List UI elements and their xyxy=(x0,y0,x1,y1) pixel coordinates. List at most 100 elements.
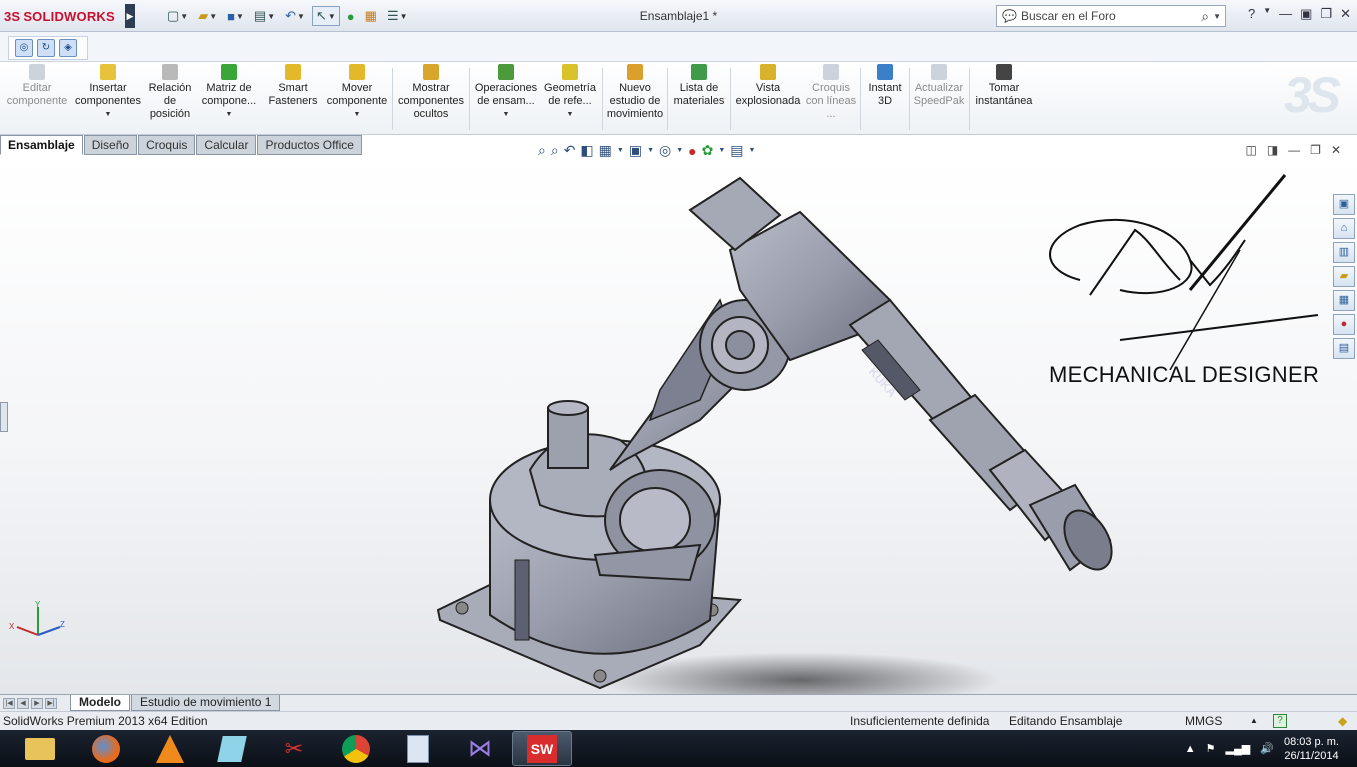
instant-3d-button[interactable]: Instant 3D xyxy=(863,64,907,134)
viewport-close-icon[interactable]: ✕ xyxy=(1331,143,1341,157)
view-orientation-dropdown-icon[interactable]: ▼ xyxy=(617,147,624,154)
solidworks-taskbar-button[interactable]: SW xyxy=(512,731,572,766)
vlc-taskbar-button[interactable] xyxy=(140,731,200,766)
component-pattern-dropdown-icon[interactable]: ▼ xyxy=(197,108,261,121)
tag-icon[interactable]: ◆ xyxy=(1338,712,1347,730)
appearances-icon[interactable]: ● xyxy=(1333,314,1355,335)
exploded-view-button[interactable]: Vista explosionada xyxy=(733,64,803,134)
viewport-restore-icon[interactable]: ❐ xyxy=(1310,143,1321,157)
show-hidden-icons-icon[interactable]: ▲ xyxy=(1185,743,1196,755)
view-palette-icon[interactable]: ▦ xyxy=(1333,290,1355,311)
tab-calcular[interactable]: Calcular xyxy=(196,135,257,155)
next-tab-icon[interactable]: ▶ xyxy=(31,697,43,709)
visual-studio-taskbar-button[interactable]: ⋈ xyxy=(450,731,510,766)
undo-button[interactable]: ↶ ▼ xyxy=(282,6,308,26)
restore-window-icon[interactable]: ❐ xyxy=(1320,6,1332,22)
edit-component-button[interactable]: Editar componente xyxy=(2,64,72,134)
rebuild-button[interactable]: ● xyxy=(344,6,358,26)
mate-button[interactable]: Relación de posición xyxy=(144,64,196,134)
print-button[interactable]: ▤ ▼ xyxy=(251,6,278,26)
update-speedpak-button[interactable]: Actualizar SpeedPak xyxy=(911,64,967,134)
bill-of-materials-button[interactable]: Lista de materiales xyxy=(670,64,728,134)
explode-line-sketch-button[interactable]: Croquis con líneas ... xyxy=(805,64,857,134)
display-style-dropdown-icon[interactable]: ▼ xyxy=(647,147,654,154)
new-document-button[interactable]: ▢ ▼ xyxy=(164,6,191,26)
chrome-taskbar-button[interactable] xyxy=(326,731,386,766)
first-tab-icon[interactable]: |◀ xyxy=(3,697,15,709)
rotate-view-icon[interactable]: ↻ xyxy=(37,39,55,57)
assembly-features-dropdown-icon[interactable]: ▼ xyxy=(472,108,540,121)
search-dropdown-icon[interactable]: ▼ xyxy=(1213,12,1221,21)
view-orientation-icon[interactable]: ◈ xyxy=(59,39,77,57)
display-style-icon[interactable]: ▣ xyxy=(629,142,642,159)
unit-system[interactable]: MMGS xyxy=(1185,712,1222,730)
units-dropdown-icon[interactable]: ▲ xyxy=(1250,712,1258,730)
hide-show-items-icon[interactable]: ◎ xyxy=(659,142,671,159)
insert-components-dropdown-icon[interactable]: ▼ xyxy=(72,108,144,121)
viewport-minimize-icon[interactable]: — xyxy=(1288,143,1300,157)
apply-scene-dropdown-icon[interactable]: ▼ xyxy=(718,147,725,154)
file-properties-button[interactable]: ▦ xyxy=(362,6,380,26)
volume-icon[interactable]: 🔊 xyxy=(1260,742,1274,755)
search-icon[interactable]: ⌕ xyxy=(1201,8,1209,25)
home-icon[interactable]: ⌂ xyxy=(1333,218,1355,239)
tab-motion-study[interactable]: Estudio de movimiento 1 xyxy=(131,695,281,711)
snipping-tool-taskbar-button[interactable]: ✂ xyxy=(264,731,324,766)
move-component-button[interactable]: Mover componente ▼ xyxy=(325,64,389,134)
options-button[interactable]: ☰ ▼ xyxy=(384,6,411,26)
forum-search-box[interactable]: 💬 Buscar en el Foro ⌕ ▼ xyxy=(996,5,1226,27)
edit-appearance-icon[interactable]: ● xyxy=(688,143,696,159)
view-settings-icon[interactable]: ▤ xyxy=(730,142,743,159)
minimize-icon[interactable]: — xyxy=(1279,6,1292,22)
section-view-icon[interactable]: ◧ xyxy=(580,142,593,159)
help-status-icon[interactable]: ? xyxy=(1273,714,1287,728)
split-horizontal-icon[interactable]: ◫ xyxy=(1245,143,1256,157)
apply-scene-icon[interactable]: ✿ xyxy=(702,142,714,159)
previous-tab-icon[interactable]: ◀ xyxy=(17,697,29,709)
tab-croquis[interactable]: Croquis xyxy=(138,135,196,155)
assembly-features-button[interactable]: Operaciones de ensam... ▼ xyxy=(472,64,540,134)
take-snapshot-button[interactable]: Tomar instantánea xyxy=(972,64,1036,134)
network-signal-icon[interactable]: ▂▄▆ xyxy=(1226,742,1251,755)
feature-manager-collapse-handle[interactable] xyxy=(0,402,8,432)
previous-view-icon[interactable]: ↶ xyxy=(564,142,576,159)
system-clock[interactable]: 08:03 p. m. 26/11/2014 xyxy=(1284,735,1339,763)
solidworks-logo[interactable]: 3S SOLIDWORKS xyxy=(0,0,135,32)
solidworks-resources-icon[interactable]: ▣ xyxy=(1333,194,1355,215)
tab-modelo[interactable]: Modelo xyxy=(70,695,130,711)
hide-show-dropdown-icon[interactable]: ▼ xyxy=(676,147,683,154)
view-settings-dropdown-icon[interactable]: ▼ xyxy=(749,147,756,154)
app-taskbar-button[interactable] xyxy=(202,731,262,766)
tab-productos-office[interactable]: Productos Office xyxy=(257,135,362,155)
view-settings-icon[interactable]: ◎ xyxy=(15,39,33,57)
reference-geometry-dropdown-icon[interactable]: ▼ xyxy=(541,108,599,121)
help-icon[interactable]: ? xyxy=(1248,6,1255,22)
open-button[interactable]: ▰ ▼ xyxy=(195,6,220,26)
file-explorer-icon[interactable]: ▰ xyxy=(1333,266,1355,287)
last-tab-icon[interactable]: ▶| xyxy=(45,697,57,709)
smart-fasteners-button[interactable]: Smart Fasteners xyxy=(262,64,324,134)
zoom-to-area-icon[interactable]: ⌕ xyxy=(551,142,559,159)
tab-diseno[interactable]: Diseño xyxy=(83,135,138,155)
move-component-dropdown-icon[interactable]: ▼ xyxy=(325,108,389,121)
action-center-flag-icon[interactable]: ⚑ xyxy=(1206,742,1216,755)
calculator-taskbar-button[interactable] xyxy=(388,731,448,766)
file-explorer-taskbar-button[interactable] xyxy=(10,731,70,766)
split-vertical-icon[interactable]: ◨ xyxy=(1267,143,1278,157)
select-button[interactable]: ↖ ▼ xyxy=(311,6,340,26)
component-pattern-button[interactable]: Matriz de compone... ▼ xyxy=(197,64,261,134)
tab-ensamblaje[interactable]: Ensamblaje xyxy=(0,135,83,155)
design-library-icon[interactable]: ▥ xyxy=(1333,242,1355,263)
insert-components-button[interactable]: Insertar componentes ▼ xyxy=(72,64,144,134)
help-dropdown-icon[interactable]: ▼ xyxy=(1263,6,1271,22)
tile-windows-icon[interactable]: ▣ xyxy=(1300,6,1312,22)
menu-expand-arrow-icon[interactable]: ▶ xyxy=(125,4,135,28)
reference-geometry-button[interactable]: Geometría de refe... ▼ xyxy=(541,64,599,134)
custom-properties-icon[interactable]: ▤ xyxy=(1333,338,1355,359)
show-hidden-components-button[interactable]: Mostrar componentes ocultos xyxy=(396,64,466,134)
new-motion-study-button[interactable]: Nuevo estudio de movimiento xyxy=(605,64,665,134)
search-input[interactable]: Buscar en el Foro xyxy=(1017,9,1201,23)
firefox-taskbar-button[interactable] xyxy=(76,731,136,766)
zoom-to-fit-icon[interactable]: ⌕ xyxy=(538,142,546,159)
view-orientation-icon[interactable]: ▦ xyxy=(599,142,612,159)
